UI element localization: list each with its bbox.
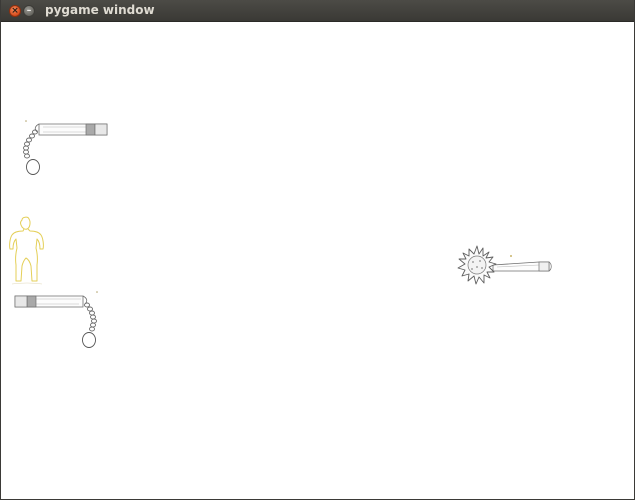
window-title: pygame window <box>45 3 155 17</box>
game-canvas[interactable] <box>1 22 634 499</box>
spiked-mace <box>453 244 555 294</box>
minimize-icon: – <box>26 6 32 16</box>
pygame-window: × – pygame window <box>0 0 635 500</box>
flail-bottom-left <box>11 290 103 354</box>
window-titlebar[interactable]: × – pygame window <box>1 0 634 22</box>
close-icon: × <box>11 6 19 16</box>
flail-top-left <box>21 118 113 180</box>
close-button[interactable]: × <box>9 5 21 17</box>
minimize-button[interactable]: – <box>23 5 35 17</box>
player-character[interactable] <box>7 216 49 292</box>
